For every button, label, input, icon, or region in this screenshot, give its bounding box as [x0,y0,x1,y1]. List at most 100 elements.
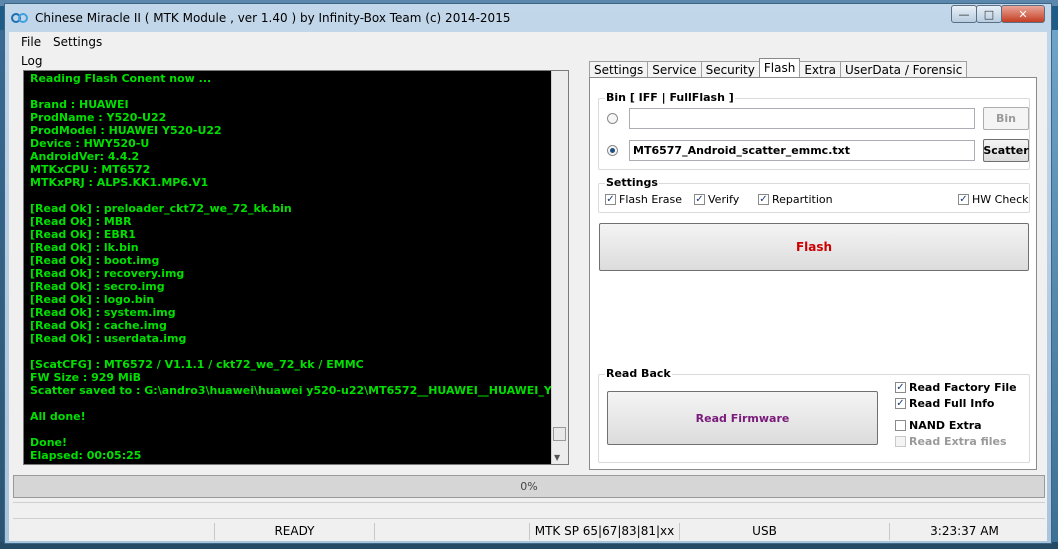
scroll-down-icon[interactable]: ▼ [554,453,560,462]
read-factory-file-label: Read Factory File [909,381,1017,394]
status-cell-empty-2 [374,523,529,540]
bin-button[interactable]: Bin [983,107,1029,130]
bin-path-field[interactable] [629,108,975,129]
status-state: READY [214,523,374,540]
hw-check-label: HW Check [972,193,1029,206]
log-line: Reading Flash Conent now ... [30,72,212,85]
check-icon: ✓ [895,398,906,409]
scatter-path-field[interactable]: MT6577_Android_scatter_emmc.txt [629,140,975,161]
repartition-label: Repartition [772,193,833,206]
window-controls: — □ ✕ [951,5,1045,23]
status-sp: MTK SP 65|67|83|81|xx [529,523,679,540]
minimize-button[interactable]: — [951,5,977,23]
nand-extra-label: NAND Extra [909,419,982,432]
window-title: Chinese Miracle II ( MTK Module , ver 1.… [35,11,511,25]
flash-erase-label: Flash Erase [619,193,683,206]
settings-group: Settings ✓ Flash Erase ✓ Verify ✓ Repartiti… [598,176,1030,213]
read-full-info-label: Read Full Info [909,397,995,410]
status-bar: READY MTK SP 65|67|83|81|xx USB 3:23:37 … [9,521,1047,541]
log-line: FW Size : 929 MiB [30,371,141,384]
tab-extra[interactable]: Extra [799,61,841,77]
progress-bar: 0% [13,475,1045,498]
log-line: [Read Ok] : preloader_ckt72_we_72_kk.bin [30,202,292,215]
check-icon: ✓ [895,382,906,393]
close-button[interactable]: ✕ [1001,5,1045,23]
tab-userdata-forensic[interactable]: UserData / Forensic [840,61,968,77]
read-back-group: Read Back Read Firmware ✓ Read Factory Fi… [598,367,1030,463]
check-icon: ✓ [605,194,616,205]
nand-extra-checkbox[interactable]: NAND Extra [895,419,982,432]
log-line: [Read Ok] : recovery.img [30,267,185,280]
scatter-button[interactable]: Scatter [983,139,1029,162]
read-extra-files-checkbox[interactable]: Read Extra files [895,435,1007,448]
repartition-checkbox[interactable]: ✓ Repartition [758,193,833,206]
menu-file[interactable]: File [21,35,41,49]
app-window: Chinese Miracle II ( MTK Module , ver 1.… [4,3,1052,544]
log-line: AndroidVer: 4.4.2 [30,150,140,163]
status-cell-empty [9,523,214,540]
close-icon: ✕ [1018,7,1028,21]
read-factory-file-checkbox[interactable]: ✓ Read Factory File [895,381,1017,394]
tab-flash[interactable]: Flash [758,58,801,77]
log-line: Elapsed: 00:05:25 [30,449,142,462]
log-console[interactable]: Reading Flash Conent now ... Brand : HUAW… [23,70,569,465]
menu-bar: File Settings [9,32,1047,52]
log-line: [Read Ok] : MBR [30,215,132,228]
read-back-title: Read Back [605,367,672,380]
info-bar [13,502,1045,519]
verify-checkbox[interactable]: ✓ Verify [694,193,739,206]
bin-group-title: Bin [ IFF | FullFlash ] [605,91,735,104]
tab-security[interactable]: Security [700,61,760,77]
flash-erase-checkbox[interactable]: ✓ Flash Erase [605,193,682,206]
checkbox-empty-icon [895,436,906,447]
tab-settings[interactable]: Settings [589,61,649,77]
log-line: [Read Ok] : system.img [30,306,176,319]
log-line: All done! [30,410,86,423]
status-time: 3:23:37 AM [889,523,1039,540]
tab-service[interactable]: Service [647,61,702,77]
scatter-radio[interactable] [607,145,618,156]
right-panel: Settings Service Security Flash Extra UserDat… [585,54,1039,470]
log-line: [Read Ok] : secro.img [30,280,165,293]
check-icon: ✓ [758,194,769,205]
log-line: ProdModel : HUAWEI Y520-U22 [30,124,222,137]
check-icon: ✓ [958,194,969,205]
minimize-icon: — [958,7,970,21]
check-icon: ✓ [694,194,705,205]
log-line: [Read Ok] : EBR1 [30,228,136,241]
log-label: Log [21,54,43,68]
log-scrollbar-thumb[interactable] [553,427,566,441]
tab-strip: Settings Service Security Flash Extra UserDat… [589,58,968,77]
bin-radio[interactable] [607,113,618,124]
flash-tab-page: Bin [ IFF | FullFlash ] Bin MT6577_Andro… [589,77,1037,470]
client-area: File Settings Log Reading Flash Conent n… [9,32,1047,541]
verify-label: Verify [708,193,740,206]
bin-group: Bin [ IFF | FullFlash ] Bin MT6577_Andro… [598,91,1030,170]
maximize-icon: □ [983,7,995,21]
log-line: [Read Ok] : boot.img [30,254,160,267]
menu-settings[interactable]: Settings [53,35,102,49]
log-line: MTKxPRJ : ALPS.KK1.MP6.V1 [30,176,209,189]
log-line: MTKxCPU : MT6572 [30,163,151,176]
log-line: [Read Ok] : userdata.img [30,332,187,345]
read-full-info-checkbox[interactable]: ✓ Read Full Info [895,397,995,410]
status-port: USB [679,523,849,540]
hw-check-checkbox[interactable]: ✓ HW Check [958,193,1028,206]
settings-group-title: Settings [605,176,659,189]
app-logo-icon [11,13,28,23]
log-scrollbar[interactable]: ▼ [551,71,568,464]
checkbox-empty-icon [895,420,906,431]
log-line: [Read Ok] : cache.img [30,319,167,332]
log-line: Brand : HUAWEI [30,98,129,111]
maximize-button[interactable]: □ [976,5,1002,23]
title-bar[interactable]: Chinese Miracle II ( MTK Module , ver 1.… [5,4,1051,32]
log-line: [Read Ok] : logo.bin [30,293,155,306]
log-line: ProdName : Y520-U22 [30,111,167,124]
log-line: [Read Ok] : lk.bin [30,241,139,254]
flash-button[interactable]: Flash [599,223,1029,271]
read-firmware-button[interactable]: Read Firmware [607,391,878,445]
